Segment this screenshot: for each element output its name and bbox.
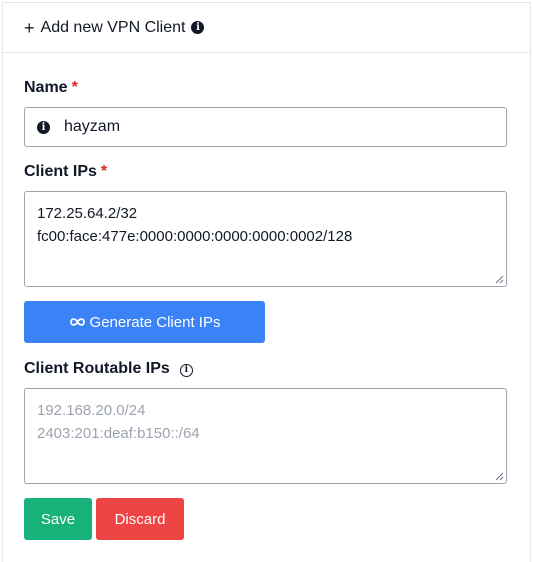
save-button[interactable]: Save bbox=[24, 498, 92, 540]
client-ip-line: 172.25.64.2/32 bbox=[37, 205, 138, 222]
required-mark: * bbox=[100, 163, 108, 180]
client-ips-label: Client IPs * bbox=[24, 163, 108, 180]
plus-icon: + bbox=[24, 17, 35, 38]
placeholder-line: 2403:201:deaf:b150::/64 bbox=[37, 425, 200, 442]
card-header: + Add new VPN Client i bbox=[3, 3, 530, 53]
discard-button[interactable]: Discard bbox=[96, 498, 184, 540]
generate-button-label: Generate Client IPs bbox=[89, 313, 221, 331]
routable-ips-label: Client Routable IPs i bbox=[24, 360, 193, 378]
client-ips-textarea[interactable]: 172.25.64.2/32 fc00:face:477e:0000:0000:… bbox=[24, 191, 507, 287]
client-ip-line: fc00:face:477e:0000:0000:0000:0000:0002/… bbox=[37, 228, 353, 245]
resize-handle-icon[interactable] bbox=[495, 275, 504, 284]
info-outline-icon[interactable]: i bbox=[179, 364, 193, 377]
card-title: Add new VPN Client bbox=[40, 18, 186, 36]
name-input[interactable]: i hayzam bbox=[24, 107, 507, 147]
info-icon[interactable]: i bbox=[191, 21, 205, 34]
required-mark: * bbox=[71, 79, 78, 96]
resize-handle-icon[interactable] bbox=[495, 472, 504, 481]
name-label: Name * bbox=[24, 79, 78, 96]
routable-ips-textarea[interactable]: 192.168.20.0/24 2403:201:deaf:b150::/64 bbox=[24, 388, 507, 484]
generate-client-ips-button[interactable]: Generate Client IPs bbox=[24, 301, 265, 343]
placeholder-line: 192.168.20.0/24 bbox=[37, 402, 146, 419]
name-value: hayzam bbox=[64, 118, 121, 135]
info-icon: i bbox=[37, 120, 50, 134]
infinity-icon bbox=[69, 318, 85, 326]
